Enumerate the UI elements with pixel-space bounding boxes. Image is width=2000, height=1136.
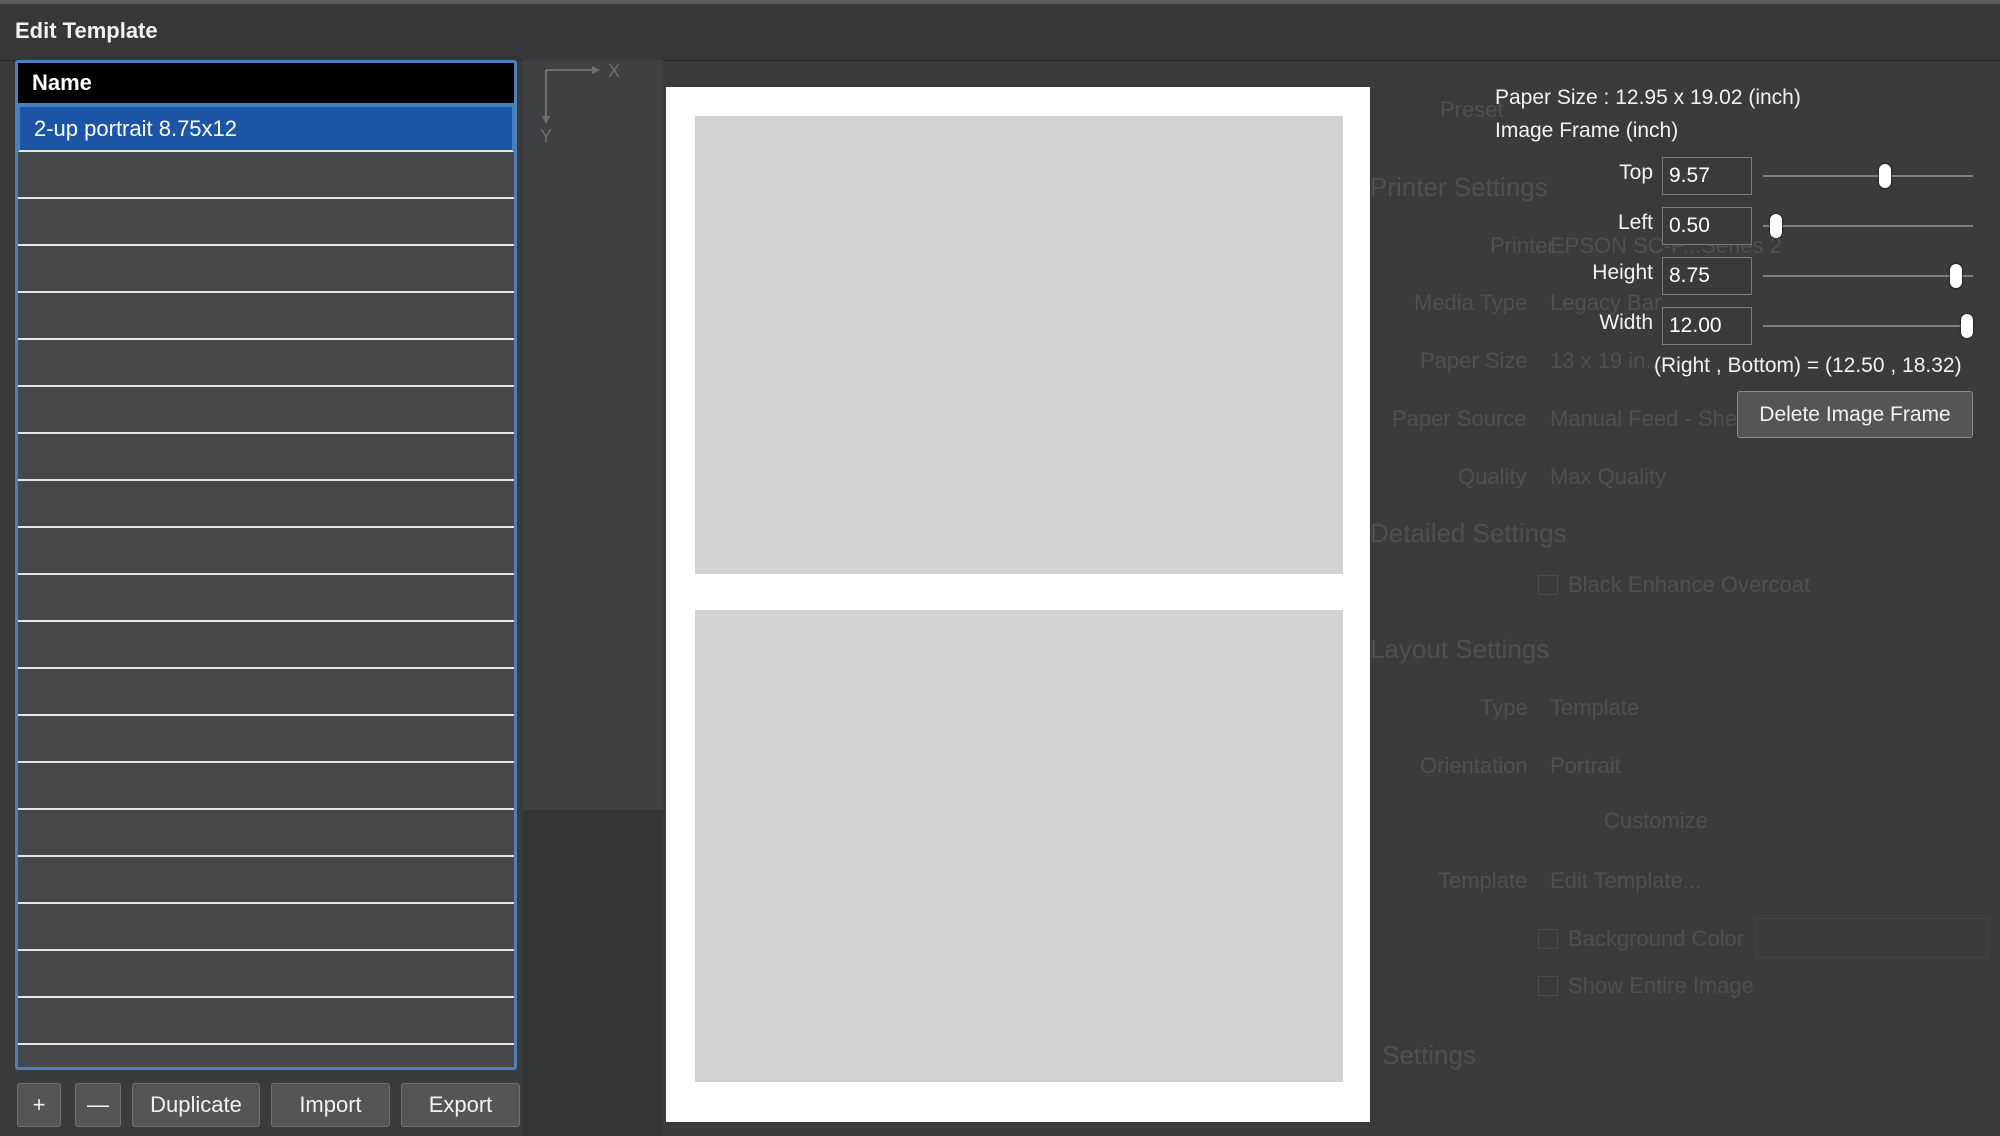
top-slider-track — [1763, 175, 1973, 177]
top-slider[interactable] — [1763, 161, 1973, 191]
bg-label-type: Type — [1480, 695, 1528, 720]
remove-template-button[interactable]: — — [75, 1083, 121, 1127]
bg-label-printer: Printer — [1490, 233, 1555, 258]
bg-label-template: Template — [1438, 868, 1528, 893]
axis-x-label: X — [608, 61, 620, 81]
image-frame-bottom[interactable] — [695, 610, 1343, 1082]
empty-template-row[interactable] — [18, 716, 514, 763]
list-header-name[interactable]: Name — [18, 63, 514, 105]
bg-check-background: Background Color — [1568, 926, 1745, 951]
height-input[interactable] — [1662, 257, 1752, 295]
bg-heading-layout: Layout Settings — [1370, 634, 1550, 664]
axis-indicator: X Y — [540, 61, 620, 146]
height-slider[interactable] — [1763, 261, 1973, 291]
height-label: Height — [1592, 261, 1653, 284]
template-list[interactable]: Name 2-up portrait 8.75x12 — [15, 60, 517, 1070]
bg-customize: Customize — [1604, 808, 1708, 833]
empty-template-row[interactable] — [18, 152, 514, 199]
image-frame-heading: Image Frame (inch) — [1495, 119, 1679, 142]
template-row[interactable]: 2-up portrait 8.75x12 — [18, 105, 514, 152]
empty-template-row[interactable] — [18, 387, 514, 434]
left-slider[interactable] — [1763, 211, 1973, 241]
width-slider-track — [1763, 325, 1973, 327]
bg-checkbox-entire — [1538, 976, 1558, 996]
image-frame-top[interactable] — [695, 116, 1343, 574]
width-slider[interactable] — [1763, 311, 1973, 341]
empty-template-row[interactable] — [18, 622, 514, 669]
window-edge-marker — [1992, 20, 2000, 50]
empty-template-row[interactable] — [18, 810, 514, 857]
empty-template-row[interactable] — [18, 528, 514, 575]
bg-checkbox-background — [1538, 929, 1558, 949]
top-input[interactable] — [1662, 157, 1752, 195]
paper-preview — [666, 87, 1370, 1122]
empty-template-row[interactable] — [18, 763, 514, 810]
top-label: Top — [1619, 161, 1653, 184]
bg-heading-settings: Settings — [1382, 1040, 1476, 1070]
left-input[interactable] — [1662, 207, 1752, 245]
width-slider-thumb[interactable] — [1960, 314, 1973, 338]
height-slider-track — [1763, 275, 1973, 277]
empty-template-row[interactable] — [18, 669, 514, 716]
add-template-button[interactable]: + — [17, 1083, 61, 1127]
export-button[interactable]: Export — [401, 1083, 520, 1127]
bg-value-type: Template — [1550, 695, 1640, 720]
empty-template-row[interactable] — [18, 293, 514, 340]
empty-template-row[interactable] — [18, 998, 514, 1045]
bg-checkbox-overcoat — [1538, 575, 1558, 595]
bg-label-paper-source: Paper Source — [1392, 406, 1527, 431]
paper-size-info: Paper Size : 12.95 x 19.02 (inch) — [1495, 86, 1801, 109]
list-rows: 2-up portrait 8.75x12 — [18, 105, 514, 1045]
import-button[interactable]: Import — [271, 1083, 390, 1127]
delete-image-frame-button[interactable]: Delete Image Frame — [1737, 391, 1973, 438]
left-slider-track — [1763, 225, 1973, 227]
empty-template-row[interactable] — [18, 481, 514, 528]
bg-label-orientation: Orientation — [1420, 753, 1528, 778]
bg-value-template: Edit Template... — [1550, 868, 1702, 893]
bg-heading-detailed: Detailed Settings — [1370, 518, 1567, 548]
bg-label-paper-size: Paper Size — [1420, 348, 1528, 373]
left-label: Left — [1617, 211, 1653, 234]
bg-check-entire: Show Entire Image — [1568, 973, 1754, 998]
empty-template-row[interactable] — [18, 575, 514, 622]
window-title: Edit Template — [15, 18, 158, 43]
empty-template-row[interactable] — [18, 246, 514, 293]
empty-template-row[interactable] — [18, 951, 514, 998]
right-bottom-readout: (Right , Bottom) = (12.50 , 18.32) — [1654, 354, 1962, 377]
bg-value-paper-size: 13 x 19 in... — [1550, 348, 1664, 373]
empty-template-row[interactable] — [18, 857, 514, 904]
bg-value-quality: Max Quality — [1550, 464, 1667, 489]
width-input[interactable] — [1662, 307, 1752, 345]
bg-label-media: Media Type — [1414, 290, 1528, 315]
empty-template-row[interactable] — [18, 340, 514, 387]
width-label: Width — [1599, 311, 1653, 334]
axis-y-label: Y — [540, 126, 552, 146]
empty-template-row[interactable] — [18, 434, 514, 481]
height-slider-thumb[interactable] — [1950, 264, 1963, 288]
bg-heading-printer: Printer Settings — [1370, 172, 1548, 202]
bg-check-overcoat: Black Enhance Overcoat — [1568, 572, 1811, 597]
background-panel-lower — [523, 810, 663, 1136]
title-bar: Edit Template — [0, 4, 2000, 61]
bg-color-box — [1756, 918, 1988, 958]
background-panel — [523, 60, 663, 810]
empty-template-row[interactable] — [18, 199, 514, 246]
top-slider-thumb[interactable] — [1878, 164, 1891, 188]
duplicate-button[interactable]: Duplicate — [132, 1083, 260, 1127]
bg-label-quality: Quality — [1458, 464, 1527, 489]
left-slider-thumb[interactable] — [1769, 214, 1782, 238]
bg-value-orientation: Portrait — [1550, 753, 1621, 778]
empty-template-row[interactable] — [18, 904, 514, 951]
bg-value-paper-source: Manual Feed - She... — [1550, 406, 1756, 431]
